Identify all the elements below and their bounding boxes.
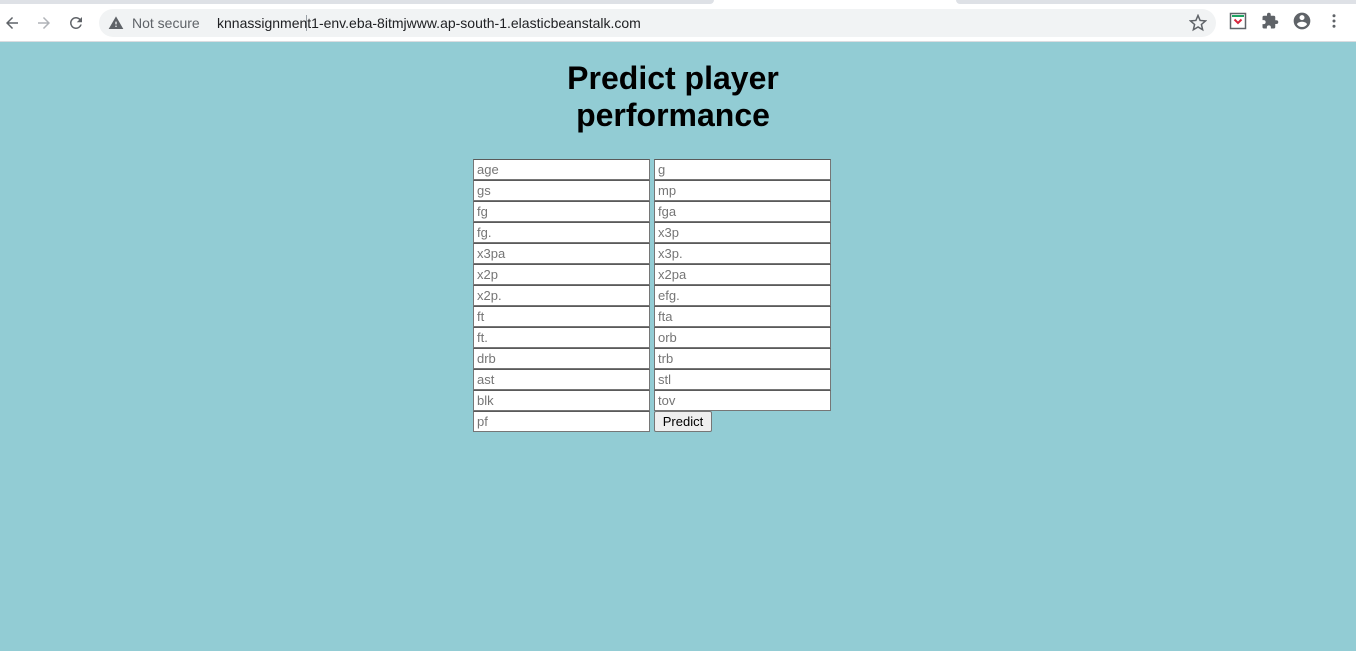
fga-input[interactable] <box>654 201 831 222</box>
x3pa-input[interactable] <box>473 243 650 264</box>
account-icon[interactable] <box>1292 11 1312 31</box>
x3p-input[interactable] <box>654 222 831 243</box>
star-icon[interactable] <box>1189 14 1207 32</box>
url-text[interactable]: knnassignment1-env.eba-8itmjwww.ap-south… <box>217 15 641 31</box>
reload-icon <box>70 17 82 29</box>
fg-pct-input[interactable] <box>473 222 650 243</box>
browser-toolbar: Not secure knnassignment1-env.eba-8itmjw… <box>0 0 1356 42</box>
g-input[interactable] <box>654 159 831 180</box>
predict-button[interactable]: Predict <box>654 411 712 432</box>
reload-button[interactable] <box>64 11 88 35</box>
gs-input[interactable] <box>473 180 650 201</box>
security-label[interactable]: Not secure <box>132 15 200 31</box>
page-title-line2: performance <box>576 97 770 133</box>
mp-input[interactable] <box>654 180 831 201</box>
fg-input[interactable] <box>473 201 650 222</box>
x2p-input[interactable] <box>473 264 650 285</box>
page-content: Predict player performance Predict <box>0 42 1356 651</box>
back-arrow-icon <box>6 17 18 29</box>
drb-input[interactable] <box>473 348 650 369</box>
pf-input[interactable] <box>473 411 650 432</box>
x3p-pct-input[interactable] <box>654 243 831 264</box>
efg-pct-input[interactable] <box>654 285 831 306</box>
orb-input[interactable] <box>654 327 831 348</box>
forward-arrow-icon <box>38 17 50 29</box>
trb-input[interactable] <box>654 348 831 369</box>
page-title: Predict player performance <box>548 60 798 134</box>
x2p-pct-input[interactable] <box>473 285 650 306</box>
warning-icon <box>108 16 124 29</box>
x2pa-input[interactable] <box>654 264 831 285</box>
back-button[interactable] <box>0 11 24 35</box>
ft-input[interactable] <box>473 306 650 327</box>
more-vert-icon[interactable] <box>1325 12 1343 30</box>
tab-strip-left <box>0 0 714 4</box>
age-input[interactable] <box>473 159 650 180</box>
pocket-extension-icon[interactable] <box>1229 12 1247 30</box>
tab-strip-right <box>956 0 1356 4</box>
stl-input[interactable] <box>654 369 831 390</box>
forward-button[interactable] <box>32 11 56 35</box>
page-title-line1: Predict player <box>567 60 779 96</box>
ast-input[interactable] <box>473 369 650 390</box>
address-bar[interactable]: Not secure knnassignment1-env.eba-8itmjw… <box>99 9 1216 37</box>
puzzle-extensions-icon[interactable] <box>1261 12 1279 30</box>
tov-input[interactable] <box>654 390 831 411</box>
fta-input[interactable] <box>654 306 831 327</box>
blk-input[interactable] <box>473 390 650 411</box>
ft-pct-input[interactable] <box>473 327 650 348</box>
